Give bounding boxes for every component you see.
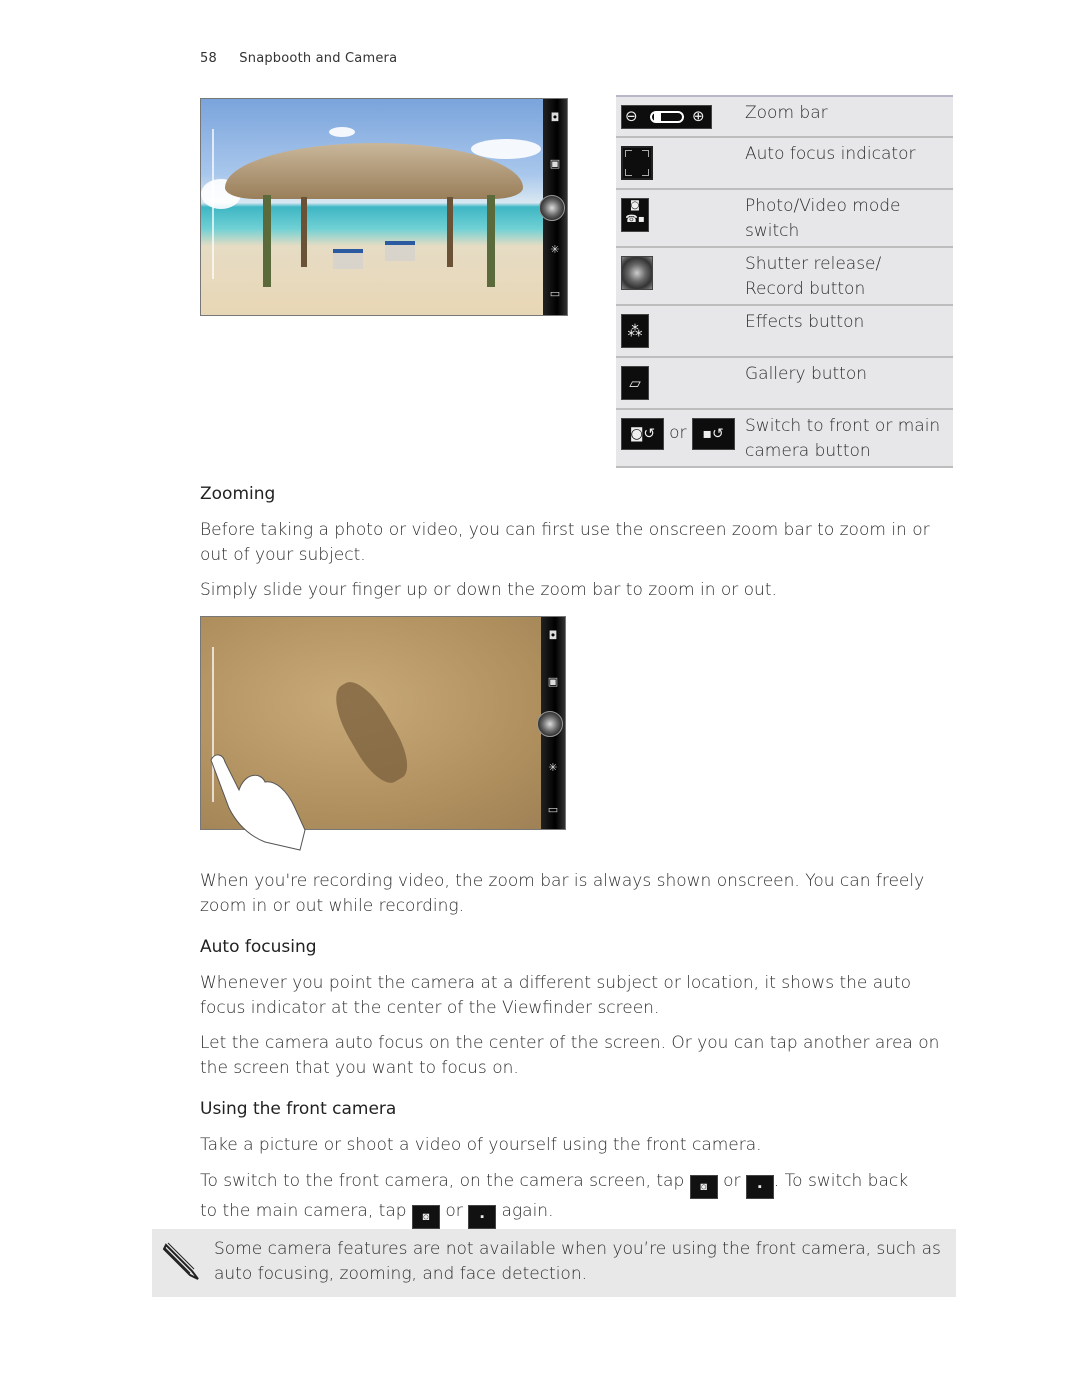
switch-camera-icon: ▣ (549, 157, 561, 170)
legend-row-zoom-bar: ⊖ ⊕ Zoom bar (616, 97, 953, 138)
legend-label: Zoom bar (745, 103, 828, 123)
pencil-note-icon (162, 1242, 199, 1280)
section-heading-auto-focusing: Auto focusing (200, 937, 317, 957)
legend-label: Gallery button (745, 364, 868, 384)
photo-video-mode-switch-icon: ◙ ☎▪ (621, 198, 649, 232)
effects-wand-icon: ✳ (548, 761, 558, 774)
gallery-icon: ▭ (549, 287, 561, 300)
switch-camera-icon: ▣ (547, 675, 559, 688)
zooming-paragraph-2: Simply slide your finger up or down the … (200, 580, 777, 600)
page-number: 58 (200, 51, 217, 66)
shutter-release-icon (539, 195, 565, 221)
zoom-bar-icon: ⊖ ⊕ (621, 105, 712, 129)
shutter-release-icon (621, 256, 653, 290)
auto-focusing-paragraph-1: Whenever you point the camera at a diffe… (200, 973, 912, 1018)
legend-label: Photo/Video mode switch (745, 196, 901, 241)
legend-row-auto-focus: Auto focus indicator (616, 138, 953, 190)
legend-row-effects: ⁂ Effects button (616, 306, 953, 358)
switch-camera-photo-icon: ◙ (411, 1205, 440, 1229)
switch-camera-video-icon: ▪ (745, 1175, 774, 1199)
text: or (445, 1201, 463, 1221)
text: To switch to the front camera, on the ca… (200, 1171, 685, 1191)
note-box: Some camera features are not available w… (152, 1229, 956, 1297)
text: . To switch back (773, 1171, 909, 1191)
gallery-icon: ▱ (621, 366, 649, 400)
legend-row-photo-video-switch: ◙ ☎▪ Photo/Video mode switch (616, 190, 953, 248)
zoom-track (212, 129, 214, 279)
legend-label: Effects button (745, 312, 865, 332)
shutter-release-icon (537, 711, 563, 737)
camera-controls-legend: ⊖ ⊕ Zoom bar Auto focus indicator ◙ ☎▪ Ph… (616, 95, 953, 468)
note-text: Some camera features are not available w… (214, 1239, 941, 1284)
legend-label: Switch to front or main camera button (745, 416, 941, 461)
zooming-paragraph-3: When you're recording video, the zoom ba… (200, 871, 925, 916)
section-heading-zooming: Zooming (200, 484, 276, 504)
beach-photo (201, 99, 567, 315)
switch-camera-video-icon: ▪ (468, 1205, 497, 1229)
legend-label: Auto focus indicator (745, 144, 916, 164)
text: to the main camera, tap (200, 1201, 407, 1221)
legend-label: Shutter release/ Record button (745, 254, 882, 299)
effects-wand-icon: ✳ (550, 243, 560, 256)
switch-camera-photo-icon: ◙↺ (621, 418, 664, 450)
gallery-icon: ▭ (547, 803, 559, 816)
running-header: 58 Snapbooth and Camera (200, 51, 397, 66)
switch-camera-photo-icon: ◙ (689, 1175, 718, 1199)
section-heading-front-camera: Using the front camera (200, 1099, 397, 1119)
legend-row-shutter: Shutter release/ Record button (616, 248, 953, 306)
text: again. (501, 1201, 554, 1221)
or-text: or (669, 423, 687, 443)
front-camera-paragraph-2: To switch to the front camera, on the ca… (200, 1169, 960, 1229)
viewfinder-screenshot-beach: ◘ ▣ ✳ ▭ (200, 98, 568, 316)
photo-video-mode-switch-icon: ◘ (550, 111, 560, 124)
finger-gesture-icon (210, 754, 306, 851)
photo-video-mode-switch-icon: ◘ (548, 629, 558, 642)
switch-camera-video-icon: ▪↺ (691, 418, 735, 450)
chapter-title: Snapbooth and Camera (239, 51, 398, 66)
auto-focusing-paragraph-2: Let the camera auto focus on the center … (200, 1033, 940, 1078)
zooming-paragraph-1: Before taking a photo or video, you can … (200, 520, 930, 565)
legend-row-switch-camera: ◙↺ or ▪↺ Switch to front or main camera … (616, 410, 953, 468)
effects-wand-icon: ⁂ (621, 314, 649, 348)
front-camera-paragraph-1: Take a picture or shoot a video of yours… (200, 1135, 762, 1155)
legend-row-gallery: ▱ Gallery button (616, 358, 953, 410)
text: or (723, 1171, 741, 1191)
auto-focus-indicator-icon (621, 146, 653, 180)
